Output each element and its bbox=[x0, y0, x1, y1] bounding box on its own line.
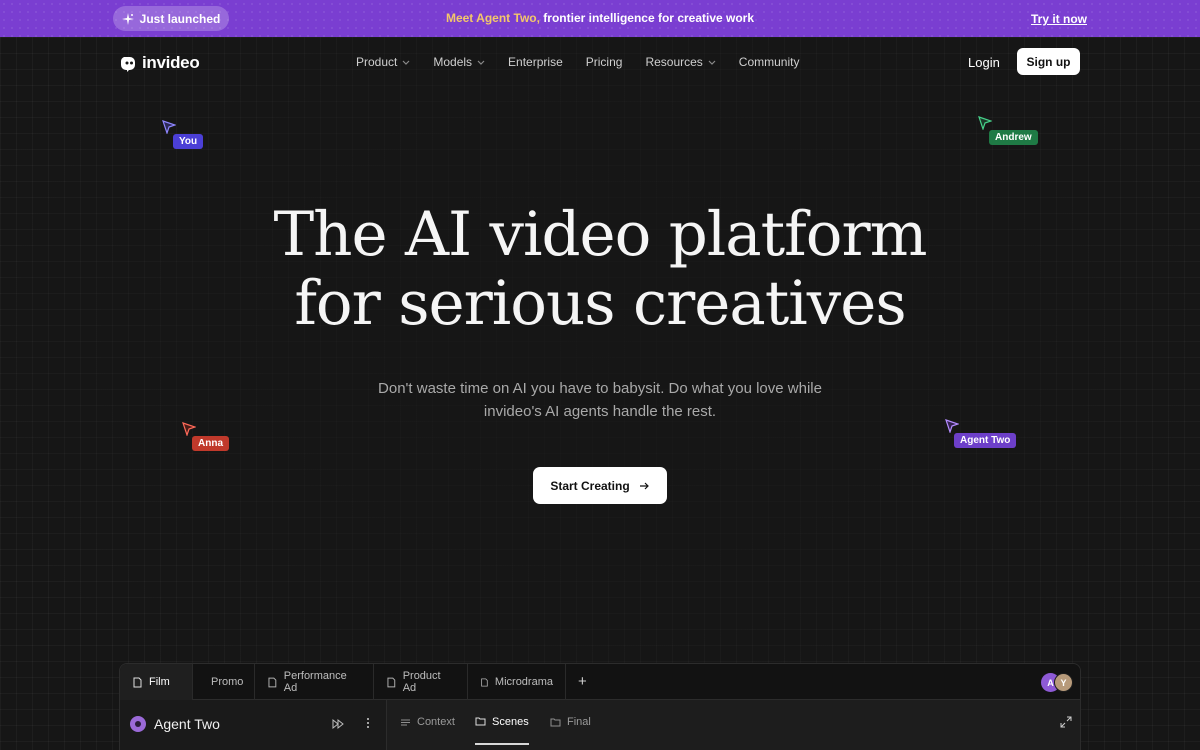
cursor-label: Agent Two bbox=[954, 433, 1017, 448]
nav-item-label: Enterprise bbox=[508, 55, 563, 69]
nav-item-product[interactable]: Product bbox=[356, 55, 410, 69]
document-icon bbox=[387, 677, 396, 687]
announcement-highlight: Meet Agent Two, bbox=[445, 11, 540, 25]
cursor-andrew: Andrew bbox=[978, 116, 1038, 145]
nav-item-models[interactable]: Models bbox=[433, 55, 485, 69]
cursor-label: Anna bbox=[192, 436, 229, 451]
cursor-label: Andrew bbox=[989, 130, 1038, 145]
folder-icon bbox=[550, 718, 561, 726]
fast-forward-icon[interactable] bbox=[332, 718, 344, 730]
document-icon bbox=[133, 677, 142, 687]
hero-title-line1: The AI video platform bbox=[273, 199, 928, 270]
subtab-label: Context bbox=[417, 716, 455, 728]
document-tabbar: Film Promo Performance Ad Product Ad Mic… bbox=[120, 664, 1080, 700]
logo-text: invideo bbox=[142, 53, 200, 72]
nav-item-label: Pricing bbox=[585, 55, 623, 69]
tab-performance-ad[interactable]: Performance Ad bbox=[255, 664, 374, 700]
tab-label: Film bbox=[149, 676, 170, 688]
avatar[interactable]: Y bbox=[1054, 673, 1073, 692]
login-link[interactable]: Login bbox=[968, 55, 1000, 70]
nav-item-community[interactable]: Community bbox=[739, 55, 800, 69]
nav-item-resources[interactable]: Resources bbox=[645, 55, 716, 69]
cursor-you: You bbox=[162, 120, 204, 149]
subtab-label: Scenes bbox=[492, 715, 529, 728]
hero-title-line2: for serious creatives bbox=[294, 268, 906, 339]
nav-item-enterprise[interactable]: Enterprise bbox=[508, 55, 563, 69]
cursor-anna: Anna bbox=[182, 422, 229, 451]
tab-label: Product Ad bbox=[402, 670, 441, 694]
hero-subtitle-line2: invideo's AI agents handle the rest. bbox=[483, 403, 717, 420]
list-icon bbox=[401, 719, 410, 725]
tab-label: Performance Ad bbox=[283, 670, 347, 694]
start-creating-button[interactable]: Start Creating bbox=[533, 467, 667, 504]
agent-avatar-icon bbox=[130, 716, 146, 732]
tab-promo[interactable]: Promo bbox=[193, 664, 255, 700]
chevron-down-icon bbox=[402, 60, 410, 65]
nav-item-label: Resources bbox=[645, 55, 703, 69]
expand-icon[interactable] bbox=[1060, 716, 1072, 728]
subtab-label: Final bbox=[567, 716, 591, 728]
agent-panel: Agent Two bbox=[120, 700, 387, 750]
announcement-body: frontier intelligence for creative work bbox=[543, 11, 755, 25]
subtab-scenes[interactable]: Scenes bbox=[475, 700, 529, 745]
app-preview: Film Promo Performance Ad Product Ad Mic… bbox=[119, 663, 1081, 750]
announcement-text: Meet Agent Two, frontier intelligence fo… bbox=[0, 11, 1200, 25]
tab-label: Promo bbox=[211, 676, 244, 688]
nav-item-label: Community bbox=[738, 55, 800, 69]
collaborator-avatars: A Y bbox=[1041, 673, 1077, 692]
tab-film[interactable]: Film bbox=[120, 664, 193, 700]
invideo-logo[interactable]: invideo bbox=[121, 53, 200, 73]
chevron-down-icon bbox=[477, 60, 485, 65]
document-icon bbox=[268, 677, 277, 687]
nav-item-label: Models bbox=[433, 55, 473, 69]
signup-button[interactable]: Sign up bbox=[1017, 48, 1080, 75]
subtab-context[interactable]: Context bbox=[400, 700, 455, 744]
cursor-arrow-icon bbox=[978, 116, 992, 130]
hero-subtitle: Don't waste time on AI you have to babys… bbox=[0, 377, 1200, 423]
top-nav: invideo Product Models Enterprise Pricin… bbox=[0, 37, 1200, 87]
subtab-final[interactable]: Final bbox=[550, 700, 591, 744]
cursor-arrow-icon bbox=[162, 120, 176, 134]
tab-product-ad[interactable]: Product Ad bbox=[374, 664, 468, 700]
arrow-right-icon bbox=[639, 482, 649, 489]
tab-label: Microdrama bbox=[494, 676, 553, 688]
start-creating-label: Start Creating bbox=[550, 478, 630, 493]
document-icon bbox=[481, 677, 488, 687]
hero-title: The AI video platform for serious creati… bbox=[0, 200, 1200, 338]
tab-microdrama[interactable]: Microdrama bbox=[468, 664, 566, 700]
announcement-bar: Just launched Meet Agent Two, frontier i… bbox=[0, 0, 1200, 37]
add-tab-button[interactable]: + bbox=[578, 673, 587, 690]
nav-item-label: Product bbox=[356, 55, 398, 69]
hero-subtitle-line1: Don't waste time on AI you have to babys… bbox=[378, 380, 822, 397]
nav-item-pricing[interactable]: Pricing bbox=[586, 55, 623, 69]
chevron-down-icon bbox=[708, 60, 716, 65]
agent-name: Agent Two bbox=[154, 716, 220, 732]
nav-links: Product Models Enterprise Pricing Resour… bbox=[356, 55, 822, 69]
more-options-icon[interactable] bbox=[362, 717, 374, 729]
cursor-label: You bbox=[173, 134, 204, 149]
invideo-logo-icon bbox=[121, 56, 135, 72]
try-it-now-link[interactable]: Try it now bbox=[1031, 12, 1087, 26]
folder-icon bbox=[475, 717, 486, 726]
cursor-arrow-icon bbox=[182, 422, 196, 436]
